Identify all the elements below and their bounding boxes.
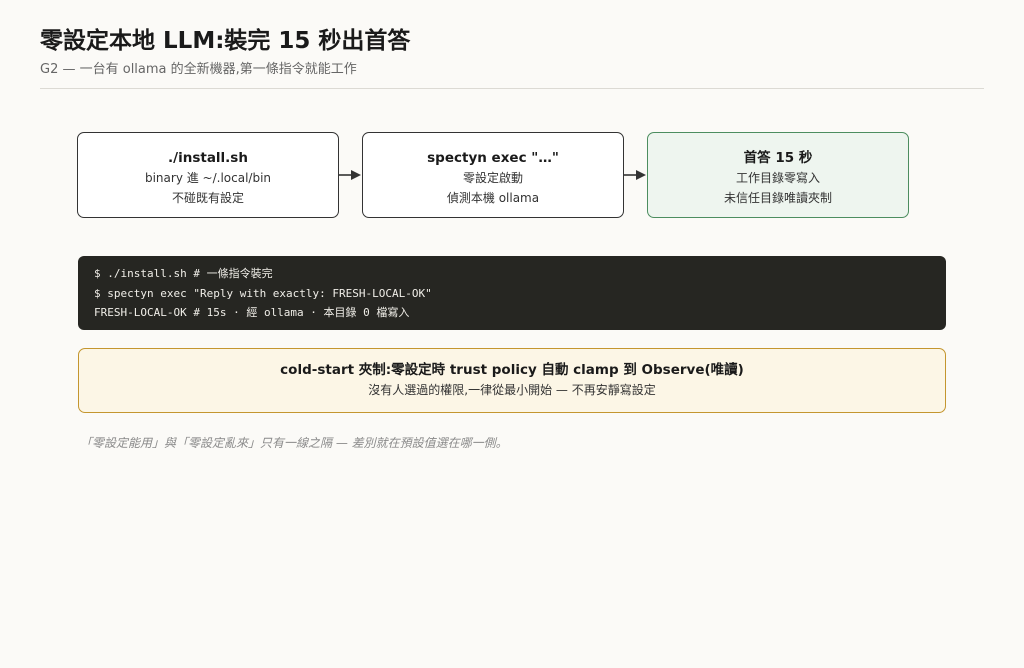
arrow-right-icon — [339, 170, 361, 180]
step-install: ./install.sh binary 進 ~/.local/bin 不碰既有設… — [77, 132, 339, 218]
header-divider — [40, 88, 984, 89]
terminal-line: $ spectyn exec "Reply with exactly: FRES… — [94, 286, 432, 300]
footnote: 「零設定能用」與「零設定亂來」只有一線之隔 — 差別就在預設值選在哪一側。 — [80, 436, 508, 450]
terminal-block: $ ./install.sh # 一條指令裝完 $ spectyn exec "… — [78, 256, 946, 330]
terminal-line: FRESH-LOCAL-OK # 15s · 經 ollama · 本目錄 0 … — [94, 306, 410, 319]
header: 零設定本地 LLM:裝完 15 秒出首答 G2 — 一台有 ollama 的全新… — [40, 26, 984, 79]
step-first-answer-line2: 未信任目錄唯讀夾制 — [723, 191, 832, 205]
step-install-line2: 不碰既有設定 — [171, 191, 244, 205]
step-exec-line2: 偵測本機 ollama — [446, 191, 540, 205]
cold-start-callout: cold-start 夾制:零設定時 trust policy 自動 clamp… — [78, 348, 946, 413]
step-first-answer-title: 首答 15 秒 — [743, 150, 813, 166]
page-subtitle: G2 — 一台有 ollama 的全新機器,第一條指令就能工作 — [40, 62, 357, 77]
step-install-title: ./install.sh — [168, 150, 248, 166]
arrow-right-icon — [624, 170, 646, 180]
callout-body: 沒有人選過的權限,一律從最小開始 — 不再安靜寫設定 — [368, 383, 656, 397]
step-install-line1: binary 進 ~/.local/bin — [144, 171, 272, 185]
step-first-answer: 首答 15 秒 工作目錄零寫入 未信任目錄唯讀夾制 — [647, 132, 909, 218]
terminal-line: $ ./install.sh # 一條指令裝完 — [94, 267, 273, 280]
page-title: 零設定本地 LLM:裝完 15 秒出首答 — [40, 28, 411, 54]
step-exec-line1: 零設定啟動 — [462, 171, 523, 185]
flow-diagram: ./install.sh binary 進 ~/.local/bin 不碰既有設… — [77, 132, 912, 222]
callout-title: cold-start 夾制:零設定時 trust policy 自動 clamp… — [280, 362, 744, 378]
step-first-answer-line1: 工作目錄零寫入 — [735, 171, 820, 185]
step-exec-title: spectyn exec "…" — [427, 150, 559, 166]
step-exec: spectyn exec "…" 零設定啟動 偵測本機 ollama — [362, 132, 624, 218]
